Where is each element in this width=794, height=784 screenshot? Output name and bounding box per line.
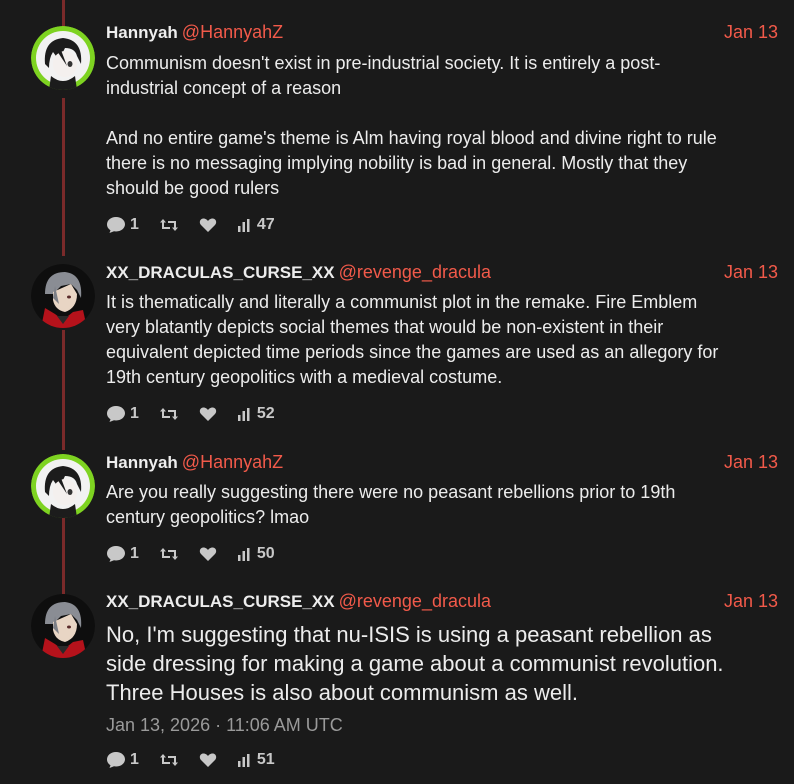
dracula-avatar-icon <box>31 264 95 328</box>
reply-icon <box>107 217 125 233</box>
tweet-header: XX_DRACULAS_CURSE_XX @revenge_dracula Jan… <box>106 262 778 286</box>
like-button[interactable] <box>199 752 217 768</box>
like-button[interactable] <box>199 406 217 422</box>
tweet-date[interactable]: Jan 13 <box>724 591 778 612</box>
views-button[interactable]: 51 <box>237 751 275 769</box>
views-icon <box>237 548 250 561</box>
tweet-date[interactable]: Jan 13 <box>724 22 778 43</box>
author-name[interactable]: XX_DRACULAS_CURSE_XX <box>106 263 335 282</box>
views-count: 50 <box>256 545 275 562</box>
tweet-header: Hannyah @HannyahZ Jan 13 <box>106 452 778 476</box>
avatar[interactable] <box>31 264 95 328</box>
thread-line <box>62 98 65 256</box>
author-handle[interactable]: @HannyahZ <box>182 22 283 42</box>
hannyah-avatar-icon <box>31 26 95 90</box>
hannyah-avatar-icon <box>31 454 95 518</box>
tweet-actions: 1 50 <box>106 543 778 565</box>
tweet-timestamp[interactable]: Jan 13, 2026 · 11:06 AM UTC <box>106 715 778 736</box>
retweet-button[interactable] <box>159 546 179 562</box>
retweet-icon <box>159 408 178 420</box>
retweet-icon <box>159 219 178 231</box>
author-handle[interactable]: @revenge_dracula <box>339 262 491 282</box>
avatar[interactable] <box>31 594 95 658</box>
reply-button[interactable]: 1 <box>106 751 139 769</box>
retweet-button[interactable] <box>159 406 179 422</box>
retweet-button[interactable] <box>159 752 179 768</box>
heart-icon <box>199 547 217 561</box>
tweet-date[interactable]: Jan 13 <box>724 452 778 473</box>
reply-count: 1 <box>130 216 139 233</box>
views-count: 51 <box>256 751 275 768</box>
reply-count: 1 <box>130 751 139 768</box>
views-button[interactable]: 47 <box>237 216 275 234</box>
retweet-icon <box>159 548 178 560</box>
avatar[interactable] <box>31 26 95 90</box>
reply-count: 1 <box>130 545 139 562</box>
author-name[interactable]: Hannyah <box>106 23 178 42</box>
reply-button[interactable]: 1 <box>106 545 139 563</box>
like-button[interactable] <box>199 217 217 233</box>
tweet-text: It is thematically and literally a commu… <box>106 292 719 387</box>
tweet-actions: 1 47 <box>106 214 778 236</box>
heart-icon <box>199 753 217 767</box>
author-name[interactable]: XX_DRACULAS_CURSE_XX <box>106 592 335 611</box>
author-name[interactable]: Hannyah <box>106 453 178 472</box>
avatar[interactable] <box>31 454 95 518</box>
tweet-header: XX_DRACULAS_CURSE_XX @revenge_dracula Jan… <box>106 591 778 615</box>
reply-icon <box>107 546 125 562</box>
reply-count: 1 <box>130 405 139 422</box>
tweet-text: No, I'm suggesting that nu-ISIS is using… <box>106 622 724 705</box>
tweet-header: Hannyah @HannyahZ Jan 13 <box>106 22 778 46</box>
views-count: 47 <box>256 216 275 233</box>
views-icon <box>237 754 250 767</box>
reply-button[interactable]: 1 <box>106 405 139 423</box>
tweet-actions: 1 51 <box>106 749 778 771</box>
views-button[interactable]: 52 <box>237 405 275 423</box>
like-button[interactable] <box>199 546 217 562</box>
tweet-actions: 1 52 <box>106 403 778 425</box>
heart-icon <box>199 407 217 421</box>
reply-button[interactable]: 1 <box>106 216 139 234</box>
heart-icon <box>199 218 217 232</box>
author-handle[interactable]: @HannyahZ <box>182 452 283 472</box>
tweet-text: Communism doesn't exist in pre-industria… <box>106 53 717 198</box>
views-button[interactable]: 50 <box>237 545 275 563</box>
views-icon <box>237 219 250 232</box>
reply-icon <box>107 752 125 768</box>
tweet-date[interactable]: Jan 13 <box>724 262 778 283</box>
retweet-icon <box>159 754 178 766</box>
retweet-button[interactable] <box>159 217 179 233</box>
thread-line <box>62 330 65 450</box>
tweet-text: Are you really suggesting there were no … <box>106 482 676 527</box>
views-count: 52 <box>256 405 275 422</box>
reply-icon <box>107 406 125 422</box>
dracula-avatar-icon <box>31 594 95 658</box>
author-handle[interactable]: @revenge_dracula <box>339 591 491 611</box>
views-icon <box>237 408 250 421</box>
thread-line <box>62 518 65 594</box>
